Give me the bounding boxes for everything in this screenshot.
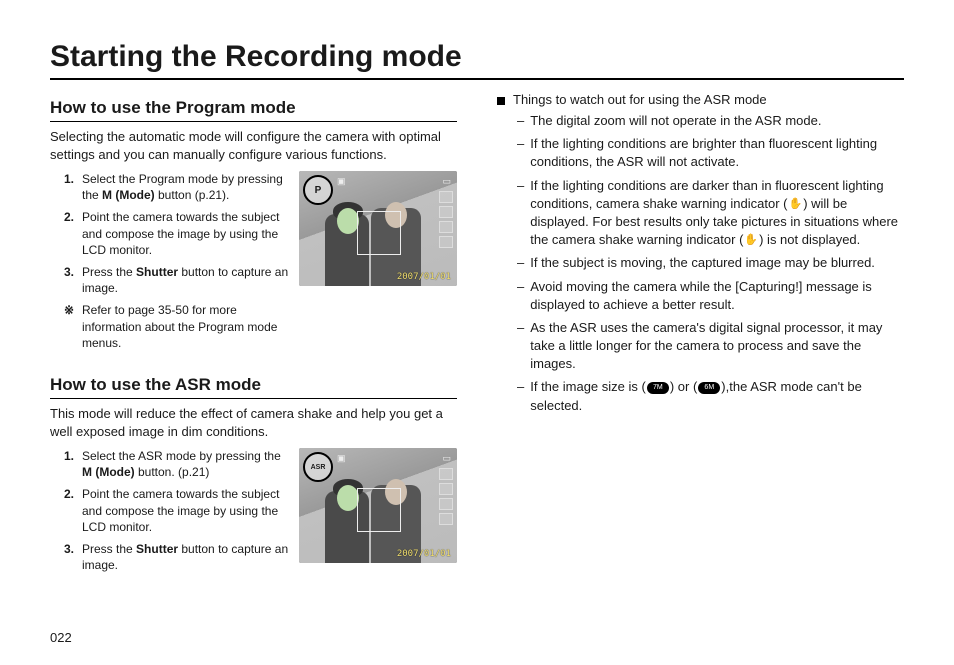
asr-steps: 1. Select the ASR mode by pressing the M… bbox=[50, 448, 289, 579]
asr-tips-list: –The digital zoom will not operate in th… bbox=[497, 112, 904, 415]
lcd-side-icons bbox=[439, 468, 453, 525]
asr-lcd-preview: ASR ▣▭ 2007/01/01 bbox=[299, 448, 457, 563]
lcd-top-icons: ▣▭ bbox=[337, 176, 451, 187]
shake-warning-icon: ✋ bbox=[788, 197, 802, 212]
lcd-date: 2007/01/01 bbox=[397, 549, 451, 559]
step-num: 1. bbox=[64, 171, 78, 203]
asr-step-1: 1. Select the ASR mode by pressing the M… bbox=[64, 448, 289, 480]
list-item: – If the lighting conditions are darker … bbox=[517, 177, 904, 250]
image-size-icon: 6M bbox=[698, 382, 720, 394]
lcd-top-icons: ▣▭ bbox=[337, 453, 451, 464]
right-column: Things to watch out for using the ASR mo… bbox=[497, 92, 904, 622]
program-step-3: 3. Press the Shutter button to capture a… bbox=[64, 264, 289, 296]
asr-tips-heading: Things to watch out for using the ASR mo… bbox=[497, 92, 904, 107]
page-title: Starting the Recording mode bbox=[50, 40, 904, 80]
lcd-date: 2007/01/01 bbox=[397, 272, 451, 282]
left-column: How to use the Program mode Selecting th… bbox=[50, 92, 457, 622]
page-number: 022 bbox=[50, 630, 904, 645]
program-steps: 1. Select the Program mode by pressing t… bbox=[50, 171, 289, 357]
asr-step-3: 3. Press the Shutter button to capture a… bbox=[64, 541, 289, 573]
mode-badge-icon: P bbox=[303, 175, 333, 205]
section-title-asr: How to use the ASR mode bbox=[50, 375, 457, 399]
step-num: 3. bbox=[64, 541, 78, 573]
program-lcd-preview: P ▣▭ 2007/01/01 bbox=[299, 171, 457, 286]
program-note: ※ Refer to page 35-50 for more informati… bbox=[64, 302, 289, 351]
list-item: –Avoid moving the camera while the [Capt… bbox=[517, 278, 904, 314]
step-num: 2. bbox=[64, 209, 78, 258]
step-num: 1. bbox=[64, 448, 78, 480]
list-item: –If the lighting conditions are brighter… bbox=[517, 135, 904, 171]
list-item: –As the ASR uses the camera's digital si… bbox=[517, 319, 904, 374]
shake-warning-icon: ✋ bbox=[744, 233, 758, 248]
step-num: 2. bbox=[64, 486, 78, 535]
program-step-2: 2. Point the camera towards the subject … bbox=[64, 209, 289, 258]
program-step-1: 1. Select the Program mode by pressing t… bbox=[64, 171, 289, 203]
image-size-icon: 7M bbox=[647, 382, 669, 394]
note-symbol: ※ bbox=[64, 302, 78, 351]
mode-badge-icon: ASR bbox=[303, 452, 333, 482]
list-item: –The digital zoom will not operate in th… bbox=[517, 112, 904, 130]
step-num: 3. bbox=[64, 264, 78, 296]
asr-intro: This mode will reduce the effect of came… bbox=[50, 405, 457, 440]
focus-frame-icon bbox=[357, 488, 401, 532]
list-item: – If the image size is (7M) or (6M),the … bbox=[517, 378, 904, 414]
lcd-side-icons bbox=[439, 191, 453, 248]
asr-step-2: 2. Point the camera towards the subject … bbox=[64, 486, 289, 535]
list-item: –If the subject is moving, the captured … bbox=[517, 254, 904, 272]
focus-frame-icon bbox=[357, 211, 401, 255]
program-intro: Selecting the automatic mode will config… bbox=[50, 128, 457, 163]
section-title-program: How to use the Program mode bbox=[50, 98, 457, 122]
square-bullet-icon bbox=[497, 97, 505, 105]
